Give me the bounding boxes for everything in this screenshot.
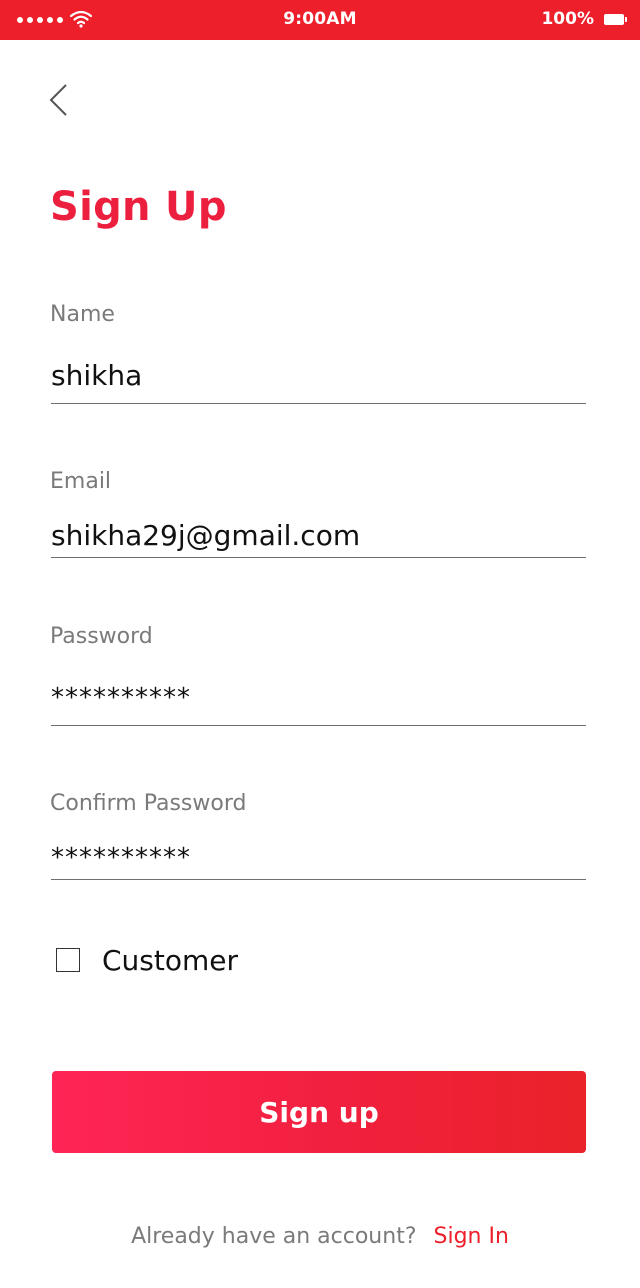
account-prompt: Already have an account? [131,1224,417,1249]
confirm-password-label: Confirm Password [50,791,247,816]
back-button[interactable] [40,78,84,122]
customer-checkbox[interactable] [56,948,80,972]
battery-icon [604,14,627,25]
customer-checkbox-row[interactable]: Customer [56,940,238,980]
confirm-password-field[interactable] [51,836,586,880]
status-bar: 9:00AM 100% [0,0,640,40]
battery-percentage: 100% [541,9,594,29]
email-field[interactable] [51,514,586,558]
page-title: Sign Up [50,184,227,230]
password-label: Password [50,624,153,649]
email-label: Email [50,469,112,494]
signup-screen: 9:00AM 100% Sign Up Name Email Password … [0,0,640,1288]
signin-link[interactable]: Sign In [434,1224,509,1249]
name-field[interactable] [51,348,586,404]
chevron-left-icon [49,84,67,116]
password-field[interactable] [51,670,586,726]
customer-checkbox-label: Customer [102,943,239,977]
name-label: Name [50,302,115,327]
signup-button[interactable]: Sign up [52,1071,586,1153]
footer: Already have an account? Sign In [0,1224,640,1249]
